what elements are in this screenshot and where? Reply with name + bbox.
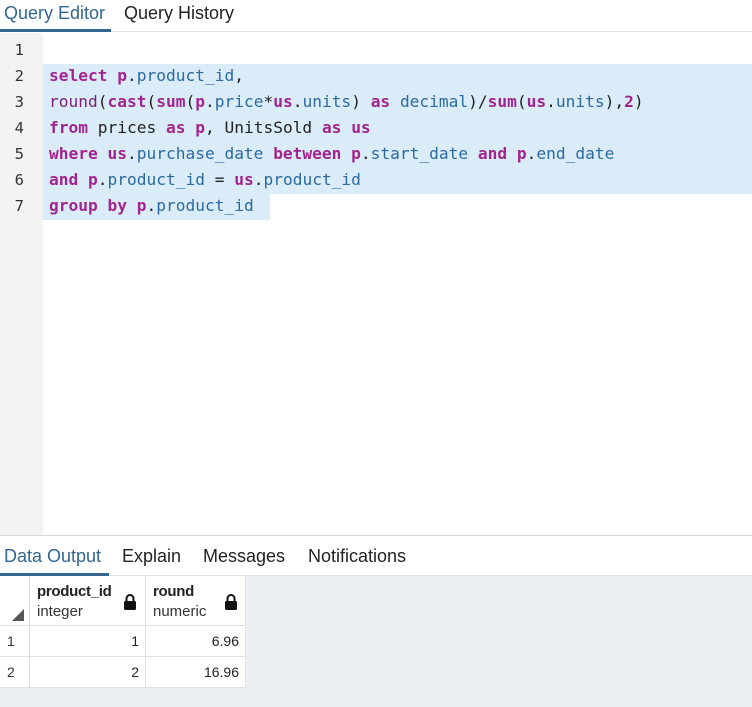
column-name: round [153,583,194,600]
results-panel: Data Output Explain Messages Notificatio… [0,535,752,707]
code-line[interactable]: from prices as p, UnitsSold as us [49,115,371,141]
line-number: 5 [14,145,24,163]
column-header-round[interactable]: round numeric [146,576,246,626]
row-number[interactable]: 1 [0,626,30,657]
code-line[interactable]: and p.product_id = us.product_id [49,167,361,193]
tab-messages[interactable]: Messages [203,544,285,568]
output-tab-bar: Data Output Explain Messages Notificatio… [0,536,752,576]
line-number: 4 [14,119,24,137]
tab-query-history[interactable]: Query History [124,0,234,32]
corner-triangle-icon [12,609,24,621]
column-name: product_id [37,583,112,600]
code-line[interactable]: group by p.product_id [49,193,254,219]
grid-corner[interactable] [0,576,30,626]
code-line[interactable]: round(cast(sum(p.price*us.units) as deci… [49,89,644,115]
line-number: 7 [14,197,24,215]
table-cell[interactable]: 6.96 [146,626,246,657]
row-number[interactable]: 2 [0,657,30,688]
result-grid: product_id integer round numeric 1 1 6.9… [0,576,246,688]
table-cell[interactable]: 1 [30,626,146,657]
lock-icon [225,594,237,610]
lock-icon [124,594,136,610]
line-number: 2 [14,67,24,85]
tab-explain[interactable]: Explain [122,544,181,568]
editor-tab-bar: Query Editor Query History [0,0,752,32]
column-type: integer [37,603,83,620]
line-number: 6 [14,171,24,189]
sql-editor[interactable]: 1 2 3 4 5 6 7 select p.product_id, round… [0,33,752,535]
column-header-product-id[interactable]: product_id integer [30,576,146,626]
tab-data-output[interactable]: Data Output [0,544,109,576]
line-number-gutter: 1 2 3 4 5 6 7 [0,33,43,535]
line-number: 3 [14,93,24,111]
table-cell[interactable]: 16.96 [146,657,246,688]
table-cell[interactable]: 2 [30,657,146,688]
tab-query-editor[interactable]: Query Editor [0,0,111,32]
code-line[interactable]: where us.purchase_date between p.start_d… [49,141,614,167]
column-type: numeric [153,603,207,620]
tab-notifications[interactable]: Notifications [308,544,406,568]
line-number: 1 [14,41,24,59]
code-line[interactable]: select p.product_id, [49,63,244,89]
